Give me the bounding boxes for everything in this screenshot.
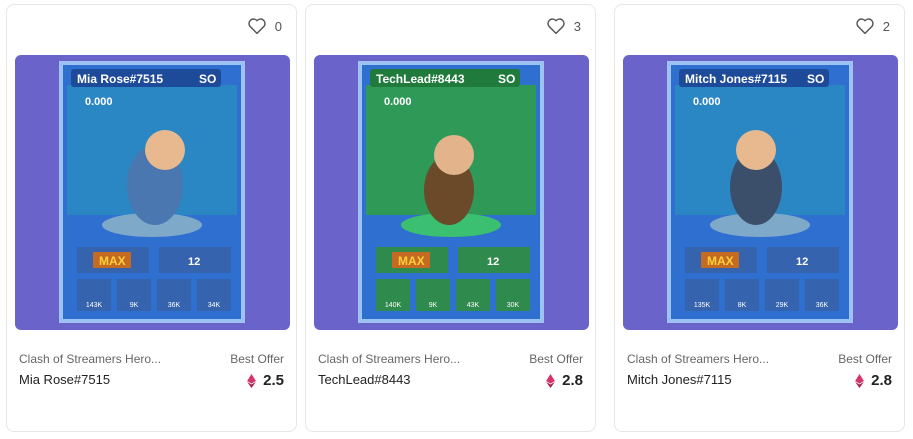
hero-face — [434, 135, 474, 175]
max-badge: MAX — [99, 254, 126, 268]
ethereum-icon — [247, 373, 257, 388]
stat-value: 140K — [385, 302, 402, 309]
stat-value: 36K — [816, 302, 829, 309]
balance-label: 0.000 — [693, 96, 721, 108]
hero-face — [145, 130, 185, 170]
stat-value: 43K — [467, 302, 480, 309]
heart-icon — [248, 18, 266, 35]
stat-value: 9K — [130, 302, 139, 309]
item-title[interactable]: Mia Rose#7515 — [19, 372, 189, 387]
stat-value: 29K — [776, 302, 789, 309]
price-value: 2.5 — [263, 372, 284, 389]
nft-card[interactable]: 0 Mia Rose#7515 SO 0.000 MAX 12 143K 9K … — [6, 4, 297, 432]
item-title[interactable]: Mitch Jones#7115 — [627, 372, 797, 387]
rank-label: SO — [199, 72, 216, 86]
max-badge: MAX — [707, 254, 734, 268]
stat-value: 135K — [694, 302, 711, 309]
stat-value: 8K — [738, 302, 747, 309]
stat-value: 30K — [507, 302, 520, 309]
like-count: 0 — [274, 18, 282, 34]
nft-card[interactable]: 3 TechLead#8443 SO 0.000 MAX 12 140K 9K … — [305, 4, 596, 432]
stat-value: 36K — [168, 302, 181, 309]
card-name-label: Mitch Jones#7115 — [685, 72, 787, 86]
collection-name[interactable]: Clash of Streamers Hero... — [19, 352, 189, 366]
level-badge: 12 — [796, 256, 808, 268]
nft-card[interactable]: 2 Mitch Jones#7115 SO 0.000 MAX 12 135K … — [614, 4, 905, 432]
price: 2.8 — [529, 372, 583, 389]
like-button[interactable]: 2 — [855, 17, 890, 35]
rank-label: SO — [807, 72, 824, 86]
card-name-label: Mia Rose#7515 — [77, 72, 163, 86]
heart-icon — [547, 18, 565, 35]
rank-label: SO — [498, 72, 515, 86]
hero-card-image: TechLead#8443 SO 0.000 MAX 12 140K 9K 43… — [314, 55, 589, 330]
hero-card-image: Mia Rose#7515 SO 0.000 MAX 12 143K 9K 36… — [15, 55, 290, 330]
like-count: 3 — [573, 18, 581, 34]
best-offer-label: Best Offer — [230, 352, 284, 366]
card-name-label: TechLead#8443 — [376, 72, 465, 86]
level-badge: 12 — [188, 256, 200, 268]
heart-icon — [856, 18, 874, 35]
balance-label: 0.000 — [384, 96, 412, 108]
ethereum-icon — [546, 373, 556, 388]
stat-value: 143K — [86, 302, 103, 309]
card-artwork[interactable]: Mia Rose#7515 SO 0.000 MAX 12 143K 9K 36… — [15, 55, 290, 330]
stat-value: 34K — [208, 302, 221, 309]
ethereum-icon — [855, 373, 865, 388]
price: 2.8 — [838, 372, 892, 389]
like-button[interactable]: 3 — [546, 17, 581, 35]
best-offer-label: Best Offer — [838, 352, 892, 366]
price-value: 2.8 — [562, 372, 583, 389]
like-count: 2 — [882, 18, 890, 34]
like-button[interactable]: 0 — [247, 17, 282, 35]
hero-card-image: Mitch Jones#7115 SO 0.000 MAX 12 135K 8K… — [623, 55, 898, 330]
collection-name[interactable]: Clash of Streamers Hero... — [318, 352, 488, 366]
hero-face — [736, 130, 776, 170]
collection-name[interactable]: Clash of Streamers Hero... — [627, 352, 797, 366]
card-artwork[interactable]: Mitch Jones#7115 SO 0.000 MAX 12 135K 8K… — [623, 55, 898, 330]
level-badge: 12 — [487, 256, 499, 268]
price: 2.5 — [230, 372, 284, 389]
price-value: 2.8 — [871, 372, 892, 389]
item-title[interactable]: TechLead#8443 — [318, 372, 488, 387]
stat-value: 9K — [429, 302, 438, 309]
balance-label: 0.000 — [85, 96, 113, 108]
card-artwork[interactable]: TechLead#8443 SO 0.000 MAX 12 140K 9K 43… — [314, 55, 589, 330]
max-badge: MAX — [398, 254, 425, 268]
best-offer-label: Best Offer — [529, 352, 583, 366]
